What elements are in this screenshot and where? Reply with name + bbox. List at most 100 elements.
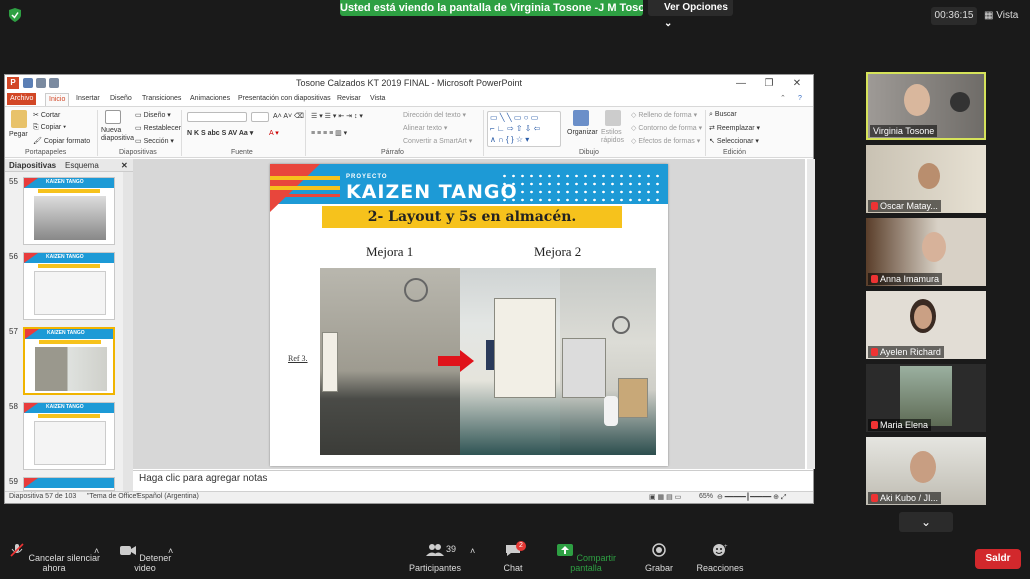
shape-outline-button[interactable]: ◇ Contorno de forma ▾	[631, 124, 702, 132]
tab-insertar[interactable]: Insertar	[73, 93, 103, 105]
zoom-slider[interactable]: ⊖ ━━━━━┃━━━━━ ⊕ ⤢	[717, 493, 787, 502]
unmute-button[interactable]: Cancelar silenciar ahora	[6, 543, 102, 573]
replace-button[interactable]: ⇄ Reemplazar ▾	[709, 124, 760, 132]
thumbnail-red-triangle	[25, 329, 39, 339]
participant-tile[interactable]: Ayelen Richard	[866, 291, 986, 359]
current-slide[interactable]: PROYECTO KAIZEN TANGO 2- Layout y 5s en …	[270, 164, 668, 466]
slide-thumbnail[interactable]: KAIZEN TANGO	[23, 177, 115, 245]
close-pane-icon[interactable]: ✕	[121, 159, 128, 172]
slide-editing-area: PROYECTO KAIZEN TANGO 2- Layout y 5s en …	[133, 159, 805, 469]
zoom-level[interactable]: 65%	[699, 493, 713, 500]
language[interactable]: Español (Argentina)	[137, 493, 199, 500]
close-button[interactable]: ✕	[785, 75, 809, 92]
tab-revisar[interactable]: Revisar	[334, 93, 364, 105]
audio-options-caret[interactable]: ˄	[94, 546, 99, 556]
slide-subtitle: 2- Layout y 5s en almacén.	[322, 206, 622, 228]
mic-muted-icon	[871, 494, 878, 502]
section-label: Sección	[143, 138, 169, 145]
record-label: Grabar	[644, 563, 673, 573]
font-color-button[interactable]: A ▾	[269, 129, 279, 137]
minimize-button[interactable]: —	[729, 75, 753, 92]
help-icon[interactable]: ?	[795, 93, 805, 105]
shape-fill-button[interactable]: ◇ Relleno de forma ▾	[631, 111, 697, 119]
shape-effects-button[interactable]: ◇ Efectos de formas ▾	[631, 137, 700, 145]
tab-inicio[interactable]: Inicio	[45, 93, 70, 106]
save-icon[interactable]	[23, 78, 33, 88]
reactions-button[interactable]: + Reacciones	[692, 543, 748, 573]
more-participants-button[interactable]: ⌄	[899, 512, 953, 532]
redo-icon[interactable]	[49, 78, 59, 88]
participant-tile[interactable]: Aki Kubo / JI...	[866, 437, 986, 505]
tab-vista[interactable]: Vista	[367, 93, 388, 105]
leave-button[interactable]: Saldr	[975, 549, 1021, 569]
window-title-bar: P Tosone Calzados KT 2019 FINAL - Micros…	[5, 75, 813, 92]
shapes-gallery[interactable]: ▭ ╲ ╲ ▭ ○ ▭ ⌐ ∟ ⇨ ⇧ ⇩ ⇦ ∧ ∩ { } ☆ ▾	[487, 111, 561, 147]
list-buttons[interactable]: ☰ ▾ ☰ ▾ ⇤ ⇥ ↕ ▾	[311, 112, 363, 120]
convert-smartart-button[interactable]: Convertir a SmartArt ▾	[403, 137, 472, 145]
participant-name-text: Aki Kubo / JI...	[880, 493, 939, 503]
copy-button[interactable]: ⎘ Copiar ▾	[33, 124, 66, 132]
layout-button[interactable]: ▭ Diseño ▾	[135, 111, 171, 119]
font-format-buttons[interactable]: N K S abc S AV Aa ▾	[187, 129, 253, 137]
undo-icon[interactable]	[36, 78, 46, 88]
section-button[interactable]: ▭ Sección ▾	[135, 137, 174, 145]
font-size-select[interactable]	[251, 112, 269, 122]
svg-text:+: +	[724, 544, 728, 550]
slide-thumbnail[interactable]: KAIZEN TANGO	[23, 252, 115, 320]
new-slide-button[interactable]: Nueva diapositiva	[101, 127, 134, 143]
participant-tile[interactable]: Oscar Matay...	[866, 145, 986, 213]
tab-diseno[interactable]: Diseño	[107, 93, 135, 105]
select-button[interactable]: ↖ Seleccionar ▾	[709, 137, 759, 145]
cut-label: Cortar	[40, 112, 61, 119]
pane-scrollbar[interactable]	[123, 172, 133, 491]
cut-button[interactable]: ✂ Cortar	[33, 111, 60, 119]
collapse-ribbon-icon[interactable]: ⌃	[777, 93, 789, 105]
share-screen-label: Compartir pantalla	[570, 553, 617, 573]
arrange-button[interactable]: Organizar	[567, 129, 598, 136]
record-button[interactable]: Grabar	[640, 543, 678, 573]
tab-presentacion[interactable]: Presentación con diapositivas	[235, 93, 334, 105]
tab-diapositivas[interactable]: Diapositivas	[9, 159, 56, 172]
slide-thumbnail-selected[interactable]: KAIZEN TANGO	[23, 327, 115, 395]
new-slide-icon[interactable]	[105, 110, 121, 124]
paste-icon[interactable]	[11, 110, 27, 128]
font-size-controls[interactable]: A˄ A˅ ⌫	[273, 112, 304, 120]
slide-thumbnail[interactable]	[23, 477, 115, 491]
font-family-select[interactable]	[187, 112, 247, 122]
participants-options-caret[interactable]: ˄	[470, 546, 475, 556]
thumbnail-title: KAIZEN TANGO	[47, 330, 85, 336]
participant-face	[914, 305, 932, 329]
quick-styles-icon[interactable]	[605, 110, 621, 126]
view-button[interactable]: ▦ Vista	[984, 7, 1024, 25]
slide-scrollbar[interactable]	[807, 159, 815, 469]
participant-name-text: Maria Elena	[880, 420, 929, 430]
thumbnail-number: 59	[9, 477, 18, 486]
find-button[interactable]: ⌕ Buscar	[709, 111, 737, 119]
shape-effects-label: Efectos de formas	[638, 138, 695, 145]
video-camera-icon	[119, 546, 136, 555]
maximize-button[interactable]: ❐	[757, 75, 781, 92]
notes-pane[interactable]: Haga clic para agregar notas	[133, 470, 813, 488]
slide-thumbnail[interactable]: KAIZEN TANGO	[23, 402, 115, 470]
align-text-button[interactable]: Alinear texto ▾	[403, 124, 447, 132]
view-options-dropdown[interactable]: Ver Opciones ⌄	[648, 0, 733, 29]
tab-esquema[interactable]: Esquema	[65, 159, 99, 172]
video-options-caret[interactable]: ˄	[168, 546, 173, 556]
reset-button[interactable]: ▭ Restablecer	[135, 124, 181, 132]
arrange-icon[interactable]	[573, 110, 589, 126]
participants-button[interactable]: Participantes	[404, 543, 466, 573]
format-painter-button[interactable]: 🖌 Copiar formato	[33, 137, 90, 145]
security-shield-icon[interactable]	[9, 8, 21, 22]
tab-archivo[interactable]: Archivo	[7, 93, 37, 105]
participant-tile[interactable]: Anna Imamura	[866, 218, 986, 286]
view-buttons[interactable]: ▣ ▦ ▤ ▭	[649, 493, 681, 501]
align-buttons[interactable]: ≡ ≡ ≡ ≡ ▥ ▾	[311, 129, 347, 137]
quick-styles-button[interactable]: Estilos rápidos	[601, 129, 627, 145]
share-screen-button[interactable]: Compartir pantalla	[546, 543, 626, 573]
participant-tile[interactable]: Maria Elena	[866, 364, 986, 432]
participant-tile-active[interactable]: Virginia Tosone	[866, 72, 986, 140]
text-direction-button[interactable]: Dirección del texto ▾	[403, 111, 466, 119]
paste-button[interactable]: Pegar	[9, 131, 28, 138]
tab-animaciones[interactable]: Animaciones	[187, 93, 233, 105]
tab-transiciones[interactable]: Transiciones	[139, 93, 184, 105]
